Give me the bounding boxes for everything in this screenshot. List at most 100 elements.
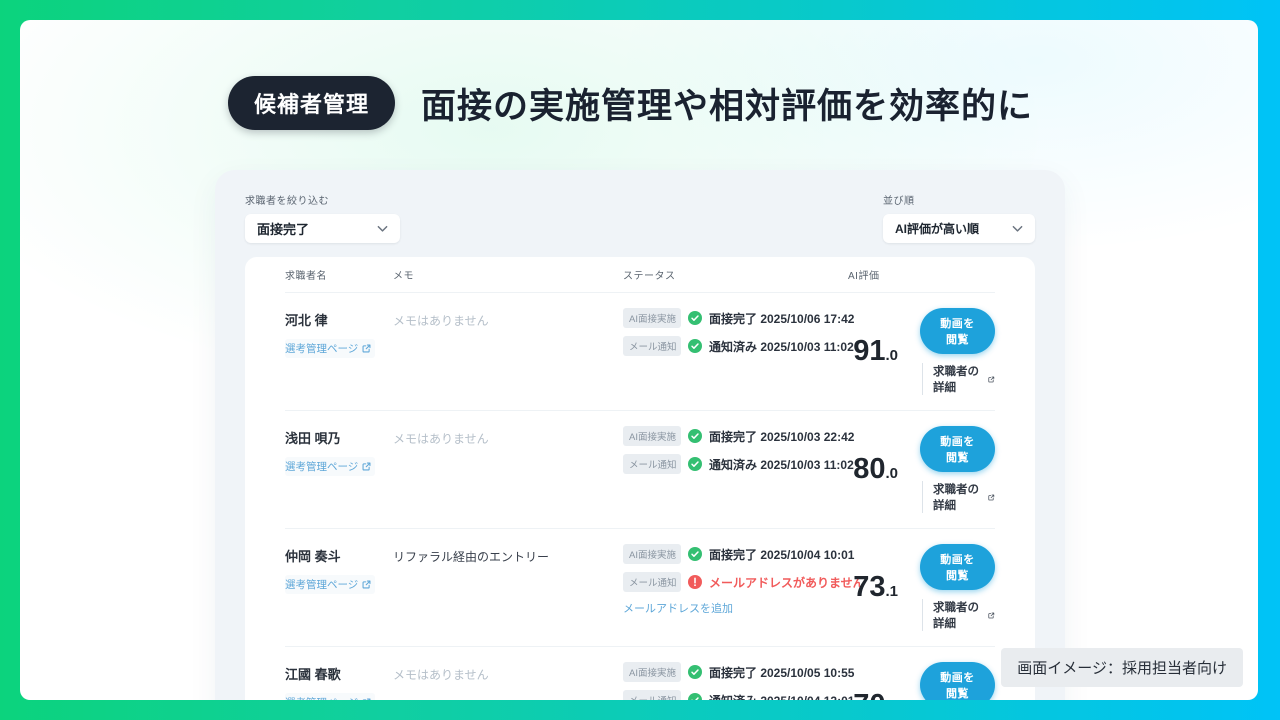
row-actions: 動画を閲覧 求職者の詳細 <box>918 308 995 395</box>
view-video-button[interactable]: 動画を閲覧 <box>920 662 995 700</box>
row-actions: 動画を閲覧 求職者の詳細 <box>918 426 995 513</box>
table-header-row: 求職者名 メモ ステータス AI評価 <box>285 257 995 293</box>
status-text: 面接完了 2025/10/04 10:01 <box>709 546 854 563</box>
status-cell: AI面接実施面接完了 2025/10/04 10:01メール通知メールアドレスが… <box>623 544 848 616</box>
status-tag: AI面接実施 <box>623 426 681 446</box>
status-tag: メール通知 <box>623 572 681 592</box>
screen-image-caption: 画面イメージ：採用担当者向け <box>1001 648 1243 687</box>
filter-group: 求職者を絞り込む 面接完了 <box>245 192 400 243</box>
memo-text: メモはありません <box>393 662 623 683</box>
row-actions: 動画を閲覧 求職者の詳細 <box>918 662 995 700</box>
external-link-icon <box>988 375 995 384</box>
status-text: 面接完了 2025/10/03 22:42 <box>709 428 854 445</box>
view-video-button[interactable]: 動画を閲覧 <box>920 544 995 590</box>
status-cell: AI面接実施面接完了 2025/10/06 17:42メール通知通知済み 202… <box>623 308 848 356</box>
chevron-down-icon <box>1012 225 1023 233</box>
table-body: 河北 律 選考管理ページ メモはありません AI面接実施面接完了 2025/10… <box>285 293 995 700</box>
external-link-icon <box>362 698 371 700</box>
sort-select[interactable]: AI評価が高い順 <box>883 214 1035 243</box>
check-circle-icon <box>688 311 702 325</box>
column-header-score: AI評価 <box>848 267 918 282</box>
external-link-icon <box>362 462 371 471</box>
candidate-name: 浅田 唄乃 <box>285 428 393 447</box>
ai-score: 91.0 <box>848 335 918 368</box>
score-integer: 91 <box>853 335 885 367</box>
status-tag: メール通知 <box>623 690 681 700</box>
check-circle-icon <box>688 665 702 679</box>
sort-group: 並び順 AI評価が高い順 <box>883 192 1035 243</box>
table-row: 仲岡 奏斗 選考管理ページ リファラル経由のエントリー AI面接実施面接完了 2… <box>285 529 995 647</box>
page-panel: 候補者管理 面接の実施管理や相対評価を効率的に 求職者を絞り込む 面接完了 並び… <box>20 20 1258 700</box>
check-circle-icon <box>688 429 702 443</box>
selection-management-page-link[interactable]: 選考管理ページ <box>285 693 375 700</box>
filter-select[interactable]: 面接完了 <box>245 214 400 243</box>
status-tag: AI面接実施 <box>623 544 681 564</box>
sort-label: 並び順 <box>883 192 1035 207</box>
toolbar: 求職者を絞り込む 面接完了 並び順 AI評価が高い順 <box>245 192 1035 243</box>
external-link-icon <box>362 580 371 589</box>
score-decimal: .0 <box>885 465 898 482</box>
candidate-name-cell: 仲岡 奏斗 選考管理ページ <box>285 544 393 594</box>
check-circle-icon <box>688 457 702 471</box>
selection-management-page-link[interactable]: 選考管理ページ <box>285 457 375 476</box>
candidate-name-cell: 浅田 唄乃 選考管理ページ <box>285 426 393 476</box>
selection-management-page-link[interactable]: 選考管理ページ <box>285 339 375 358</box>
page-title: 面接の実施管理や相対評価を効率的に <box>421 78 1033 129</box>
score-integer: 70 <box>853 689 885 700</box>
status-text: 通知済み 2025/10/03 11:02 <box>709 456 854 473</box>
external-link-icon <box>988 611 995 620</box>
status-cell: AI面接実施面接完了 2025/10/05 10:55メール通知通知済み 202… <box>623 662 848 700</box>
candidate-details-link[interactable]: 求職者の詳細 <box>922 481 995 513</box>
ai-score: 80.0 <box>848 453 918 486</box>
section-badge: 候補者管理 <box>228 76 395 130</box>
status-text: メールアドレスがありません <box>709 574 865 591</box>
status-text: 通知済み 2025/10/04 12:01 <box>709 692 854 701</box>
column-header-memo: メモ <box>393 267 623 282</box>
status-tag: AI面接実施 <box>623 662 681 682</box>
status-cell: AI面接実施面接完了 2025/10/03 22:42メール通知通知済み 202… <box>623 426 848 474</box>
column-header-name: 求職者名 <box>285 267 393 282</box>
score-decimal: .1 <box>885 583 898 600</box>
score-decimal: .0 <box>885 347 898 364</box>
status-tag: AI面接実施 <box>623 308 681 328</box>
candidate-details-link[interactable]: 求職者の詳細 <box>922 363 995 395</box>
ai-score: 73.1 <box>848 571 918 604</box>
status-tag: メール通知 <box>623 454 681 474</box>
candidate-name-cell: 河北 律 選考管理ページ <box>285 308 393 358</box>
candidate-name: 仲岡 奏斗 <box>285 546 393 565</box>
view-video-button[interactable]: 動画を閲覧 <box>920 308 995 354</box>
table-row: 浅田 唄乃 選考管理ページ メモはありません AI面接実施面接完了 2025/1… <box>285 411 995 529</box>
status-text: 面接完了 2025/10/05 10:55 <box>709 664 854 681</box>
status-tag: メール通知 <box>623 336 681 356</box>
ai-score: 70.5 <box>848 689 918 700</box>
check-circle-icon <box>688 693 702 700</box>
check-circle-icon <box>688 339 702 353</box>
table-row: 河北 律 選考管理ページ メモはありません AI面接実施面接完了 2025/10… <box>285 293 995 411</box>
filter-label: 求職者を絞り込む <box>245 192 400 207</box>
status-text: 通知済み 2025/10/03 11:02 <box>709 338 854 355</box>
candidate-name-cell: 江國 春歌 選考管理ページ <box>285 662 393 700</box>
memo-text: メモはありません <box>393 308 623 329</box>
error-circle-icon <box>688 575 702 589</box>
candidate-name: 河北 律 <box>285 310 393 329</box>
memo-text: リファラル経由のエントリー <box>393 544 623 565</box>
column-header-status: ステータス <box>623 267 848 282</box>
candidate-management-card: 求職者を絞り込む 面接完了 並び順 AI評価が高い順 求職者名 メモ ステータス… <box>215 170 1065 700</box>
candidate-details-link[interactable]: 求職者の詳細 <box>922 599 995 631</box>
external-link-icon <box>988 493 995 502</box>
view-video-button[interactable]: 動画を閲覧 <box>920 426 995 472</box>
table-row: 江國 春歌 選考管理ページ メモはありません AI面接実施面接完了 2025/1… <box>285 647 995 700</box>
add-email-address-link[interactable]: メールアドレスを追加 <box>623 600 733 616</box>
candidate-name: 江國 春歌 <box>285 664 393 683</box>
chevron-down-icon <box>377 225 388 233</box>
check-circle-icon <box>688 547 702 561</box>
memo-text: メモはありません <box>393 426 623 447</box>
score-integer: 73 <box>853 571 885 603</box>
score-integer: 80 <box>853 453 885 485</box>
external-link-icon <box>362 344 371 353</box>
filter-selected-value: 面接完了 <box>257 219 309 238</box>
row-actions: 動画を閲覧 求職者の詳細 <box>918 544 995 631</box>
selection-management-page-link[interactable]: 選考管理ページ <box>285 575 375 594</box>
status-text: 面接完了 2025/10/06 17:42 <box>709 310 854 327</box>
sort-selected-value: AI評価が高い順 <box>895 220 979 237</box>
